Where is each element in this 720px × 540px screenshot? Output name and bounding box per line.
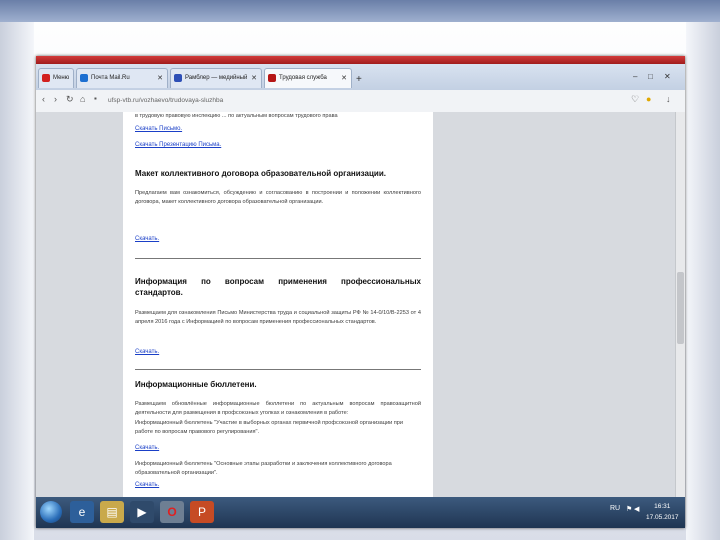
windows-taskbar: e ▤ ▶ O P RU ⚑ ◀ 16:31 17.05.2017 (36, 497, 685, 528)
list-item-link[interactable]: Скачать. (135, 482, 159, 488)
address-bar: ‹ › ↻ ⌂ ▪ ufsp-vtb.ru/vozhaevo/trudovaya… (36, 90, 685, 113)
flag-icon[interactable]: ⚑ (626, 505, 632, 513)
clock[interactable]: 16:31 17.05.2017 (646, 501, 679, 523)
slide-top-bar (0, 0, 720, 22)
opera-icon (42, 74, 50, 82)
section-link[interactable]: Скачать. (135, 349, 159, 355)
section-body: Предлагаем вам ознакомиться, обсуждению … (135, 190, 421, 205)
download-icon[interactable]: ↓ (666, 94, 671, 104)
section-body: Размещаем обновлённые информационные бюл… (135, 401, 421, 416)
tab-trudovaya[interactable]: Трудовая служба ✕ (264, 68, 352, 88)
close-window-button[interactable]: ✕ (664, 72, 671, 81)
section-link[interactable]: Скачать. (135, 236, 159, 242)
tab-label: Рамблер — медийный (185, 75, 248, 81)
heart-icon[interactable]: ♡ (631, 94, 639, 105)
media-player-icon[interactable]: ▶ (130, 501, 154, 523)
section-heading: Макет коллективного договора образовател… (135, 169, 386, 178)
site-icon (268, 74, 276, 82)
top-text: в трудовую правовую инспекцию ... по акт… (135, 113, 338, 119)
list-item: Информационный бюллетень "Участие в выбо… (135, 420, 404, 435)
language-indicator[interactable]: RU (610, 505, 620, 512)
vertical-scrollbar[interactable] (675, 112, 685, 497)
start-button[interactable] (40, 501, 62, 523)
explorer-folder-icon[interactable]: ▤ (100, 501, 124, 523)
scroll-thumb[interactable] (677, 272, 684, 344)
list-item-link[interactable]: Скачать. (135, 445, 159, 451)
tab-menu[interactable]: Меню (38, 68, 74, 88)
opera-taskbar-icon[interactable]: O (160, 501, 184, 523)
close-icon[interactable]: ✕ (157, 74, 163, 82)
extension-icon[interactable]: ● (646, 94, 651, 104)
section-heading: Информационные бюллетени. (135, 380, 257, 389)
window-title-strip (36, 56, 685, 64)
lock-icon: ▪ (94, 94, 97, 103)
mail-icon (80, 74, 88, 82)
close-icon[interactable]: ✕ (251, 74, 257, 82)
divider (135, 369, 421, 370)
reload-icon[interactable]: ↻ (66, 94, 74, 105)
tab-label: Почта Mail.Ru (91, 75, 130, 81)
screenshot-window: Меню Почта Mail.Ru ✕ Рамблер — медийный … (36, 56, 685, 528)
download-letter-link[interactable]: Скачать Письмо. (135, 126, 182, 132)
volume-icon[interactable]: ◀ (634, 505, 639, 513)
tab-label: Трудовая служба (279, 75, 327, 81)
section-body: Размещаем для ознакомления Письмо Минист… (135, 310, 421, 325)
maximize-button[interactable]: □ (648, 72, 653, 81)
new-tab-button[interactable]: + (356, 74, 362, 85)
minimize-button[interactable]: – (633, 72, 637, 81)
rambler-icon (174, 74, 182, 82)
slide-right-strip (686, 22, 720, 540)
browser-tab-bar: Меню Почта Mail.Ru ✕ Рамблер — медийный … (36, 64, 685, 90)
page-viewport: в трудовую правовую инспекцию ... по акт… (36, 112, 685, 497)
tab-rambler[interactable]: Рамблер — медийный ✕ (170, 68, 262, 88)
forward-icon[interactable]: › (54, 94, 57, 104)
divider (135, 258, 421, 259)
powerpoint-icon[interactable]: P (190, 501, 214, 523)
url-input[interactable]: ufsp-vtb.ru/vozhaevo/trudovaya-sluzhba (108, 94, 628, 108)
home-icon[interactable]: ⌂ (80, 94, 85, 104)
list-item: Информационный бюллетень "Основные этапы… (135, 461, 392, 476)
clock-time: 16:31 (654, 503, 671, 510)
tab-label: Меню (53, 75, 70, 81)
ie-icon[interactable]: e (70, 501, 94, 523)
download-presentation-link[interactable]: Скачать Презентацию Письма. (135, 142, 221, 148)
section-heading: Информация по вопросам применения профес… (135, 277, 421, 297)
close-icon[interactable]: ✕ (341, 74, 347, 82)
tab-mail[interactable]: Почта Mail.Ru ✕ (76, 68, 168, 88)
slide-left-strip (0, 22, 34, 540)
back-icon[interactable]: ‹ (42, 94, 45, 104)
page-content: в трудовую правовую инспекцию ... по акт… (123, 112, 433, 497)
clock-date: 17.05.2017 (646, 514, 679, 521)
